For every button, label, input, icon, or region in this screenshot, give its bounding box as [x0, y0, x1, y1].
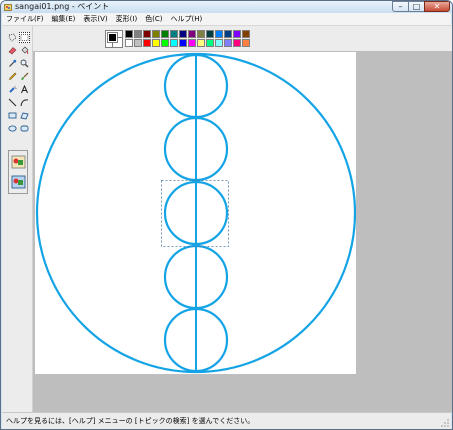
free-select-icon — [8, 33, 17, 42]
close-button[interactable]: ✕ — [424, 1, 450, 12]
color-swatch[interactable] — [134, 39, 142, 47]
color-swatch[interactable] — [233, 39, 241, 47]
color-swatch[interactable] — [188, 39, 196, 47]
window-title: sangai01.png - ペイント — [15, 2, 110, 11]
color-swatch[interactable] — [197, 30, 205, 38]
brush-icon — [21, 72, 29, 80]
polygon-icon — [20, 112, 29, 120]
menu-file[interactable]: ファイル(F) — [2, 13, 48, 25]
rectangle-tool[interactable] — [7, 110, 18, 121]
polygon-tool[interactable] — [19, 110, 30, 121]
airbrush-tool[interactable] — [7, 84, 18, 95]
pencil-tool[interactable] — [7, 71, 18, 82]
maximize-icon: □ — [412, 1, 421, 11]
foreground-color[interactable] — [107, 32, 118, 43]
menu-colors[interactable]: 色(C) — [141, 13, 166, 25]
color-picker-tool[interactable] — [7, 58, 18, 69]
color-swatch[interactable] — [152, 30, 160, 38]
title-bar[interactable]: sangai01.png - ペイント – □ ✕ — [1, 1, 452, 13]
color-swatch[interactable] — [143, 30, 151, 38]
color-swatch[interactable] — [179, 30, 187, 38]
rectangle-icon — [8, 112, 17, 119]
color-swatch[interactable] — [233, 30, 241, 38]
close-icon: ✕ — [433, 1, 441, 11]
eraser-icon — [8, 47, 17, 55]
color-swatch[interactable] — [170, 30, 178, 38]
transparent-selection-icon[interactable] — [11, 175, 26, 189]
menu-image[interactable]: 変形(I) — [112, 13, 142, 25]
fill-tool[interactable] — [19, 45, 30, 56]
rounded-rect-tool[interactable] — [19, 123, 30, 134]
canvas-drawing — [35, 52, 356, 374]
status-text: ヘルプを見るには、[ヘルプ] メニューの [トピックの検索] を選んでください。 — [6, 417, 255, 425]
color-swatch[interactable] — [152, 39, 160, 47]
work-area — [33, 51, 452, 412]
menu-help[interactable]: ヘルプ(H) — [167, 13, 207, 25]
paint-window: sangai01.png - ペイント – □ ✕ ファイル(F) 編集(E) … — [0, 0, 453, 430]
color-swatch[interactable] — [134, 30, 142, 38]
color-palette — [33, 26, 452, 51]
color-swatch[interactable] — [215, 39, 223, 47]
color-swatch[interactable] — [215, 30, 223, 38]
magnifier-icon — [20, 59, 29, 68]
status-bar: ヘルプを見るには、[ヘルプ] メニューの [トピックの検索] を選んでください。 — [2, 412, 451, 429]
line-tool[interactable] — [7, 97, 18, 108]
airbrush-icon — [9, 86, 17, 93]
magnifier-tool[interactable] — [19, 58, 30, 69]
color-swatch[interactable] — [224, 39, 232, 47]
curve-tool[interactable] — [19, 97, 30, 108]
eraser-tool[interactable] — [7, 45, 18, 56]
color-swatch[interactable] — [206, 30, 214, 38]
rect-select-tool[interactable] — [19, 32, 30, 43]
tool-options-panel — [8, 150, 28, 194]
color-swatch[interactable] — [242, 39, 250, 47]
color-swatch[interactable] — [161, 30, 169, 38]
color-swatch[interactable] — [125, 30, 133, 38]
fill-bucket-icon — [21, 46, 29, 55]
text-tool[interactable] — [19, 84, 30, 95]
resize-grip-icon[interactable] — [440, 418, 450, 428]
rounded-rect-icon — [20, 125, 29, 132]
color-swatch[interactable] — [188, 30, 196, 38]
line-icon — [8, 98, 17, 107]
color-swatch[interactable] — [179, 39, 187, 47]
color-swatch[interactable] — [242, 30, 250, 38]
minimize-icon: – — [398, 1, 403, 11]
eyedropper-icon — [9, 59, 17, 67]
ellipse-icon — [8, 125, 17, 132]
window-controls: – □ ✕ — [392, 1, 450, 12]
free-select-tool[interactable] — [7, 32, 18, 43]
pencil-icon — [9, 72, 17, 80]
toolbox — [2, 26, 33, 412]
curve-icon — [20, 99, 29, 107]
maximize-button[interactable]: □ — [408, 1, 424, 12]
color-swatch[interactable] — [170, 39, 178, 47]
color-swatch[interactable] — [224, 30, 232, 38]
color-swatch[interactable] — [197, 39, 205, 47]
ellipse-tool[interactable] — [7, 123, 18, 134]
color-swatch[interactable] — [125, 39, 133, 47]
rect-select-icon — [20, 34, 29, 41]
menu-bar: ファイル(F) 編集(E) 表示(V) 変形(I) 色(C) ヘルプ(H) — [2, 13, 451, 26]
opaque-selection-icon[interactable] — [11, 155, 26, 169]
paint-app-icon — [4, 4, 12, 11]
menu-edit[interactable]: 編集(E) — [48, 13, 80, 25]
color-swatch[interactable] — [161, 39, 169, 47]
color-swatch[interactable] — [206, 39, 214, 47]
brush-tool[interactable] — [19, 71, 30, 82]
drawing-canvas[interactable] — [35, 52, 356, 374]
menu-view[interactable]: 表示(V) — [79, 13, 111, 25]
current-colors — [105, 30, 123, 48]
palette-swatches — [125, 30, 250, 47]
text-icon — [21, 85, 28, 94]
color-swatch[interactable] — [143, 39, 151, 47]
minimize-button[interactable]: – — [392, 1, 408, 12]
